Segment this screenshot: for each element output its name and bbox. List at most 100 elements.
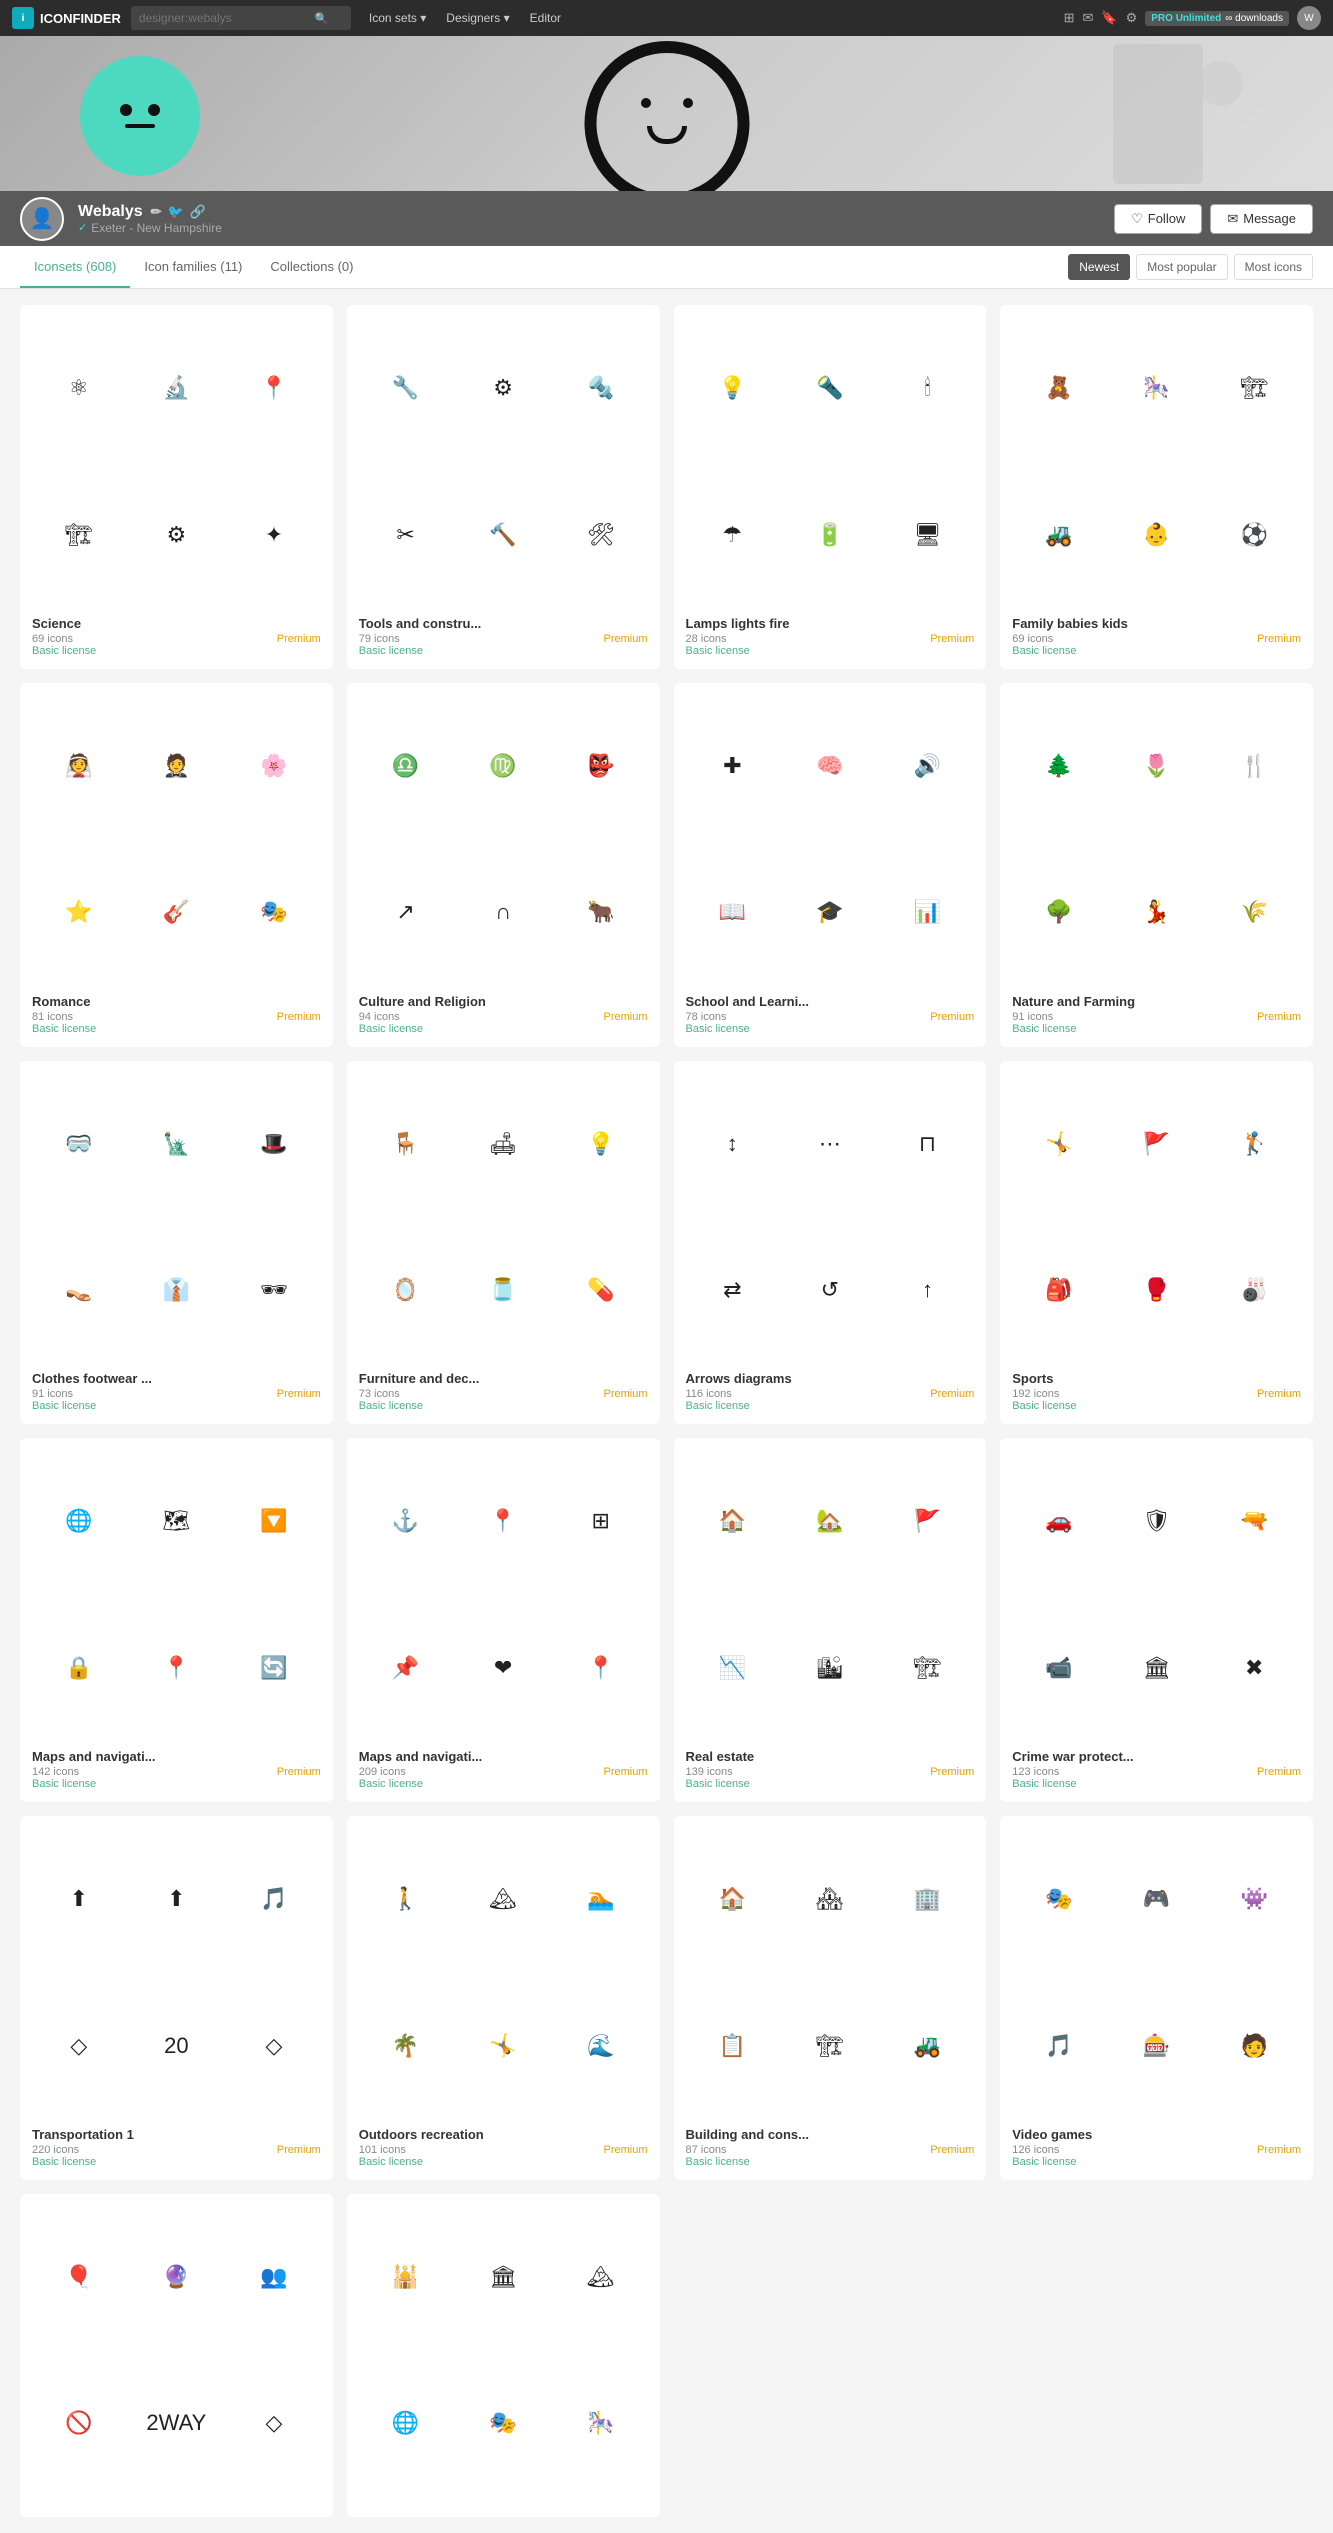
card-title: School and Learni...: [686, 994, 975, 1009]
icon-card[interactable]: 🎭🎮👾🎵🎰🧑Video games126 iconsPremiumBasic l…: [1000, 1816, 1313, 2180]
card-title: Culture and Religion: [359, 994, 648, 1009]
grid-icon[interactable]: ⊞: [1064, 10, 1075, 26]
icon-cell: 🔄: [260, 1655, 287, 1681]
card-title: Crime war protect...: [1012, 1749, 1301, 1764]
nav-editor[interactable]: Editor: [522, 7, 569, 29]
icon-cell: 🏗: [65, 522, 93, 548]
icon-cell: ⚙: [493, 375, 513, 401]
card-title: Sports: [1012, 1371, 1301, 1386]
edit-icon[interactable]: ✏: [151, 204, 162, 220]
user-avatar[interactable]: W: [1297, 6, 1321, 30]
face-eyes: [641, 98, 693, 108]
icon-card[interactable]: 🏠🏘🏢📋🏗🚜Building and cons...87 iconsPremiu…: [674, 1816, 987, 2180]
icon-card[interactable]: ⬆⬆🎵◇20◇Transportation 1220 iconsPremiumB…: [20, 1816, 333, 2180]
icon-cell: 👥: [260, 2264, 287, 2290]
card-badge: Premium: [603, 2144, 647, 2156]
icon-card[interactable]: 💡🔦🕯☂🔋🖥Lamps lights fire28 iconsPremiumBa…: [674, 305, 987, 669]
icon-cell: 🎭: [489, 2410, 516, 2436]
icon-card[interactable]: 🔧⚙🔩✂🔨🛠Tools and constru...79 iconsPremiu…: [347, 305, 660, 669]
icon-cell: 🔫: [1241, 1508, 1268, 1534]
card-license: Basic license: [359, 645, 423, 657]
icon-card[interactable]: 🚗🛡🔫📹🏛✖Crime war protect...123 iconsPremi…: [1000, 1438, 1313, 1802]
icon-card[interactable]: 🕌🏛🏔🌐🎭🎠: [347, 2194, 660, 2517]
sort-popular[interactable]: Most popular: [1136, 254, 1227, 280]
follow-button[interactable]: ♡ Follow: [1114, 204, 1202, 234]
icon-card[interactable]: ⚓📍⊞📌❤📍Maps and navigati...209 iconsPremi…: [347, 1438, 660, 1802]
profile-actions: ♡ Follow ✉ Message: [1114, 204, 1313, 234]
message-label: Message: [1243, 211, 1296, 226]
profile-tabs: Iconsets (608) Icon families (11) Collec…: [0, 246, 1333, 289]
logo[interactable]: i ICONFINDER: [12, 7, 121, 29]
icon-card[interactable]: 🥽🗽🎩👡👔🕶Clothes footwear ...91 iconsPremiu…: [20, 1061, 333, 1425]
card-license-row: Basic license: [359, 645, 648, 657]
icon-cell: 🎭: [1045, 1886, 1072, 1912]
sort-buttons: Newest Most popular Most icons: [1068, 246, 1313, 288]
bookmark-icon[interactable]: 🔖: [1101, 10, 1117, 26]
icon-card[interactable]: 🤸🚩🏌🎒🥊🎳Sports192 iconsPremiumBasic licens…: [1000, 1061, 1313, 1425]
card-title: Transportation 1: [32, 2127, 321, 2142]
icon-cell: 🌾: [1241, 899, 1268, 925]
icon-cell: 🌐: [392, 2410, 419, 2436]
icon-card[interactable]: 🪑🛋💡🪞🫙💊Furniture and dec...73 iconsPremiu…: [347, 1061, 660, 1425]
icon-cell: 👔: [163, 1277, 190, 1303]
card-title: Romance: [32, 994, 321, 1009]
icon-card[interactable]: ⚛🔬📍🏗⚙✦Science69 iconsPremiumBasic licens…: [20, 305, 333, 669]
icon-card[interactable]: 🏠🏡🚩📉🏙🏗Real estate139 iconsPremiumBasic l…: [674, 1438, 987, 1802]
tab-collections[interactable]: Collections (0): [256, 247, 367, 288]
icon-cell: 👾: [1241, 1886, 1268, 1912]
card-count-row: 209 iconsPremium: [359, 1766, 648, 1778]
icon-card[interactable]: 🌲🌷🍴🌳💃🌾Nature and Farming91 iconsPremiumB…: [1000, 683, 1313, 1047]
card-count-row: 73 iconsPremium: [359, 1388, 648, 1400]
card-count-row: 87 iconsPremium: [686, 2144, 975, 2156]
nav-designers[interactable]: Designers ▾: [438, 7, 517, 29]
icon-card[interactable]: ✚🧠🔊📖🎓📊School and Learni...78 iconsPremiu…: [674, 683, 987, 1047]
message-button[interactable]: ✉ Message: [1210, 204, 1313, 234]
sort-most-icons[interactable]: Most icons: [1234, 254, 1313, 280]
tab-icon-families[interactable]: Icon families (11): [130, 247, 256, 288]
icon-cell: ⚽: [1241, 522, 1268, 548]
card-count: 69 icons: [1012, 633, 1053, 645]
link-icon[interactable]: 🔗: [190, 204, 206, 220]
search-bar[interactable]: 🔍: [131, 6, 351, 30]
icon-cell: ♍: [489, 753, 516, 779]
tab-iconsets[interactable]: Iconsets (608): [20, 247, 130, 288]
settings-icon[interactable]: ⚙: [1126, 10, 1138, 26]
profile-info: Webalys ✏ 🐦 🔗 ✓ Exeter - New Hampshire: [78, 203, 1100, 235]
icon-card[interactable]: 🚶🏔🏊🌴🤸🌊Outdoors recreation101 iconsPremiu…: [347, 1816, 660, 2180]
card-count-row: 126 icons Premium: [1012, 2144, 1301, 2156]
card-count-row: 91 iconsPremium: [1012, 1011, 1301, 1023]
icon-card[interactable]: 👰🤵🌸⭐🎸🎭Romance81 iconsPremiumBasic licens…: [20, 683, 333, 1047]
card-badge: Premium: [603, 633, 647, 645]
icon-card[interactable]: 🌐🗺🔽🔒📍🔄Maps and navigati...142 iconsPremi…: [20, 1438, 333, 1802]
card-license-row: Basic license: [686, 2156, 975, 2168]
search-input[interactable]: [139, 11, 309, 25]
icon-cell: 🚩: [1143, 1131, 1170, 1157]
icon-cell: 🚜: [914, 2033, 941, 2059]
card-badge: Premium: [1257, 2144, 1301, 2156]
icon-card[interactable]: ♎♍👺↗∩🐂Culture and Religion94 iconsPremiu…: [347, 683, 660, 1047]
icon-cell: 🏔: [489, 1886, 517, 1912]
icon-cell: 🚶: [392, 1886, 419, 1912]
icon-cell: 🎈: [65, 2264, 92, 2290]
icon-cell: 💡: [719, 375, 746, 401]
icon-cell: ⋯: [819, 1131, 841, 1157]
card-license-row: Basic license: [1012, 1778, 1301, 1790]
card-count: 79 icons: [359, 633, 400, 645]
card-count: 126 icons: [1012, 2144, 1059, 2156]
icon-card[interactable]: ↕⋯⊓⇄↺↑Arrows diagrams116 iconsPremiumBas…: [674, 1061, 987, 1425]
icon-card[interactable]: 🧸🎠🏗🚜👶⚽Family babies kids69 iconsPremiumB…: [1000, 305, 1313, 669]
nav-icon-sets[interactable]: Icon sets ▾: [361, 7, 434, 29]
icon-cell: 🕌: [392, 2264, 419, 2290]
twitter-icon[interactable]: 🐦: [168, 204, 184, 220]
card-title: Outdoors recreation: [359, 2127, 648, 2142]
icon-cell: 🔩: [587, 375, 614, 401]
card-badge: Premium: [930, 1766, 974, 1778]
profile-banner: [0, 36, 1333, 191]
card-count-row: 101 icons Premium: [359, 2144, 648, 2156]
sort-newest[interactable]: Newest: [1068, 254, 1130, 280]
icon-cell: 🚩: [914, 1508, 941, 1534]
mail-icon[interactable]: ✉: [1083, 10, 1094, 26]
icon-card[interactable]: 🎈🔮👥🚫2WAY◇: [20, 2194, 333, 2517]
card-count: 101 icons: [359, 2144, 406, 2156]
heart-icon: ♡: [1131, 211, 1143, 227]
